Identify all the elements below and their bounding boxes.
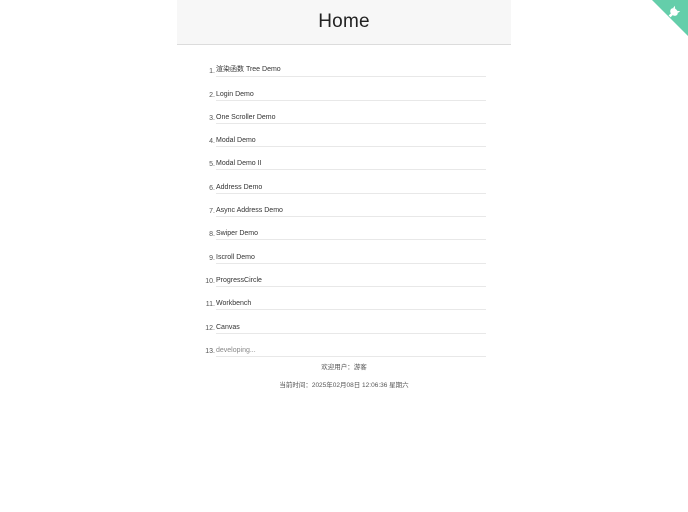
list-item-link[interactable]: Async Address Demo: [216, 207, 486, 218]
list-item-tree-demo[interactable]: 1. 渲染函数 Tree Demo: [200, 54, 486, 78]
list-item-link[interactable]: Swiper Demo: [216, 230, 486, 241]
list-item-workbench[interactable]: 11. Workbench: [200, 287, 486, 311]
list-item-number: 3.: [209, 114, 215, 122]
list-item-login-demo[interactable]: 2. Login Demo: [200, 77, 486, 101]
list-item-link[interactable]: 渲染函数 Tree Demo: [216, 64, 486, 78]
list-item-number: 5.: [209, 161, 215, 169]
list-item-link[interactable]: Login Demo: [216, 91, 486, 101]
github-octocat-icon: [652, 0, 688, 36]
list-item-link[interactable]: Address Demo: [216, 184, 486, 194]
list-item-canvas[interactable]: 12. Canvas: [200, 310, 486, 334]
page-title: Home: [318, 11, 370, 32]
list-item-number: 10.: [205, 277, 215, 285]
list-item-link[interactable]: Modal Demo II: [216, 160, 486, 171]
list-item-progress-circle[interactable]: 10. ProgressCircle: [200, 264, 486, 287]
list-item-link[interactable]: One Scroller Demo: [216, 114, 486, 124]
list-item-swiper-demo[interactable]: 8. Swiper Demo: [200, 217, 486, 241]
list-item-number: 2.: [209, 91, 215, 99]
list-item-number: 11.: [205, 301, 215, 309]
page: Home 1. 渲染函数 Tree Demo 2. Login Demo 3. …: [0, 0, 688, 512]
list-item-one-scroller-demo[interactable]: 3. One Scroller Demo: [200, 101, 486, 124]
list-item-link[interactable]: Workbench: [216, 300, 486, 311]
list-item-number: 9.: [209, 254, 215, 262]
list-item-number: 7.: [209, 208, 215, 216]
list-item-async-address-demo[interactable]: 7. Async Address Demo: [200, 194, 486, 218]
list-item-iscroll-demo[interactable]: 9. Iscroll Demo: [200, 240, 486, 264]
list-item-address-demo[interactable]: 6. Address Demo: [200, 170, 486, 194]
list-item-modal-demo-ii[interactable]: 5. Modal Demo II: [200, 147, 486, 171]
list-item-label: developing...: [216, 347, 486, 357]
list-item-number: 12.: [205, 324, 215, 332]
list-item-number: 13.: [205, 347, 215, 355]
list-item-number: 4.: [209, 138, 215, 146]
list-item-number: 6.: [209, 184, 215, 192]
welcome-text: 欢迎用户：游客: [321, 364, 367, 371]
list-item-modal-demo[interactable]: 4. Modal Demo: [200, 124, 486, 148]
list-item-developing: 13. developing...: [200, 334, 486, 357]
current-time-text: 当前时间：2025年02月08日 12:06:36 星期六: [279, 382, 409, 389]
github-corner-link[interactable]: [652, 0, 688, 36]
list-item-link[interactable]: Canvas: [216, 324, 486, 334]
list-item-link[interactable]: Modal Demo: [216, 137, 486, 148]
demo-list: 1. 渲染函数 Tree Demo 2. Login Demo 3. One S…: [200, 54, 486, 357]
list-item-link[interactable]: Iscroll Demo: [216, 254, 486, 264]
list-item-link[interactable]: ProgressCircle: [216, 277, 486, 287]
list-item-number: 8.: [209, 231, 215, 239]
page-header: Home: [177, 0, 511, 45]
list-item-number: 1.: [209, 68, 215, 76]
